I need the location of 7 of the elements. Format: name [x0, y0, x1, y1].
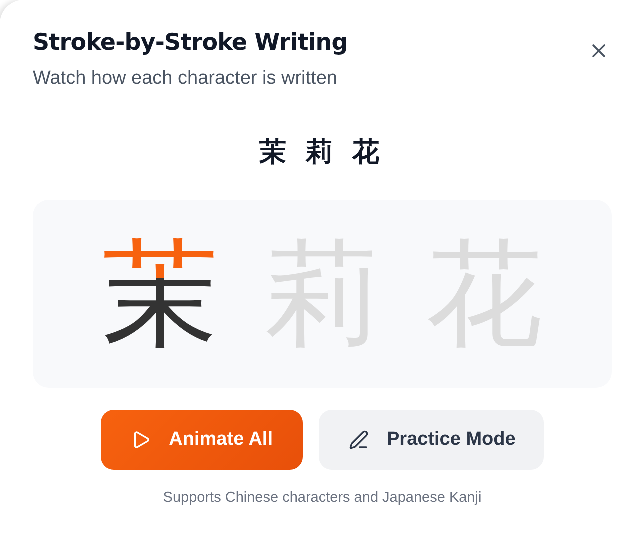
footnote: Supports Chinese characters and Japanese Kanji	[162, 490, 483, 506]
practice-button[interactable]: Practice Mode	[319, 410, 544, 470]
pen-icon	[349, 430, 369, 450]
word-heading: 茉 莉 花	[259, 136, 386, 169]
dialog-subtitle: Watch how each character is written	[33, 68, 338, 90]
animate-button[interactable]: Animate All	[101, 410, 303, 470]
dialog-title: Stroke-by-Stroke Writing	[33, 30, 348, 56]
